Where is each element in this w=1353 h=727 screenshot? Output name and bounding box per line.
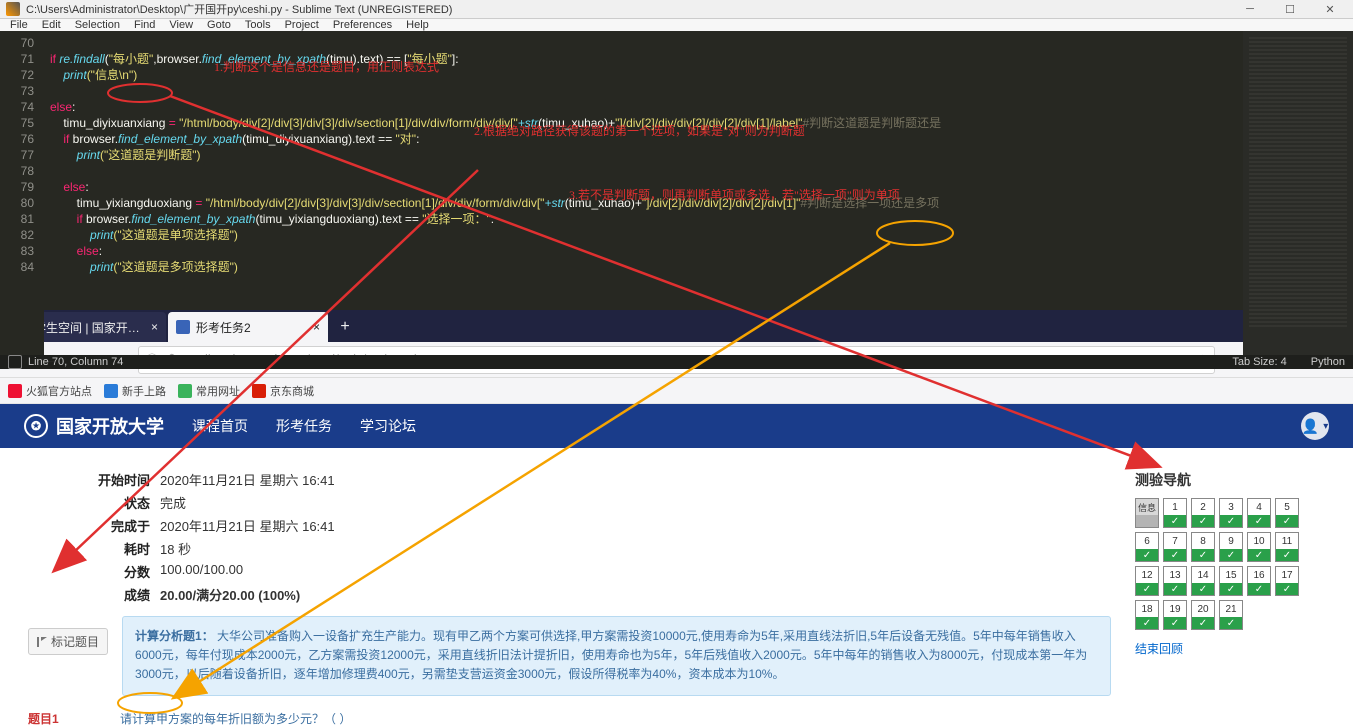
summary-label: 成绩 [28,585,160,604]
menu-goto[interactable]: Goto [201,19,237,31]
summary-value: 20.00/满分20.00 (100%) [160,585,300,604]
question-text: 请计算甲方案的每年折旧额为多少元？（ ） [120,710,1111,727]
fire-icon [8,384,22,398]
bookmark-item[interactable]: 京东商城 [252,383,314,399]
minimap[interactable] [1243,31,1353,355]
summary-label: 分数 [28,562,160,581]
menu-view[interactable]: View [163,19,199,31]
bookmark-item[interactable]: 火狐官方站点 [8,383,92,399]
quiznav-cell[interactable]: 11✓ [1275,532,1299,562]
quiznav-cell[interactable]: 8✓ [1191,532,1215,562]
summary-value: 18 秒 [160,539,191,558]
chevron-down-icon: ▾ [1323,421,1328,432]
quiznav-cell[interactable]: 15✓ [1219,566,1243,596]
brand-name: 国家开放大学 [56,413,164,439]
annotation-2: 2.根据绝对路径获得该题的第一个选项，如果是"对"则为判断题 [474,123,805,139]
site-header: ✪ 国家开放大学 课程首页 形考任务 学习论坛 👤▾ [0,404,1353,448]
summary-label: 耗时 [28,539,160,558]
quiznav-cell[interactable]: 3✓ [1219,498,1243,528]
code-body[interactable]: if re.findall("每小题",browser.find_element… [44,31,1243,355]
site-brand[interactable]: ✪ 国家开放大学 [24,413,164,439]
user-avatar[interactable]: 👤▾ [1301,412,1329,440]
line-numbers: 707172737475767778798081828384 [0,31,44,355]
quiznav-cell[interactable]: 17✓ [1275,566,1299,596]
summary-value: 2020年11月21日 星期六 16:41 [160,470,335,489]
bookmark-item[interactable]: 新手上路 [104,383,166,399]
menu-edit[interactable]: Edit [36,19,67,31]
maximize-icon[interactable]: ☐ [1273,0,1307,18]
quiznav-cell[interactable]: 21✓ [1219,600,1243,630]
sublime-app-icon [6,2,20,16]
summary-label: 开始时间 [28,470,160,489]
menu-find[interactable]: Find [128,19,161,31]
quiznav-cell[interactable]: 12✓ [1135,566,1159,596]
status-language[interactable]: Python [1311,356,1345,368]
quiznav-cell[interactable]: 1✓ [1163,498,1187,528]
info-box: 计算分析题1： 大华公司准备购入一设备扩充生产能力。现有甲乙两个方案可供选择,甲… [122,616,1111,696]
menu-selection[interactable]: Selection [69,19,126,31]
sublime-menubar: File Edit Selection Find View Goto Tools… [0,19,1353,31]
jd-icon [252,384,266,398]
code-editor[interactable]: 707172737475767778798081828384 if re.fin… [0,31,1353,355]
menu-file[interactable]: File [4,19,34,31]
close-icon[interactable]: ✕ [1313,0,1347,18]
summary-value: 2020年11月21日 星期六 16:41 [160,516,335,535]
sublime-statusbar: Line 70, Column 74 Tab Size: 4 Python [0,355,1353,369]
finish-review-link[interactable]: 结束回顾 [1135,640,1325,657]
quiznav-cell[interactable]: 19✓ [1163,600,1187,630]
quiznav-cell[interactable]: 20✓ [1191,600,1215,630]
menu-project[interactable]: Project [279,19,325,31]
bookmark-item[interactable]: 常用网址 [178,383,240,399]
page-content: ✪ 国家开放大学 课程首页 形考任务 学习论坛 👤▾ 开始时间2020年11月2… [0,404,1353,727]
quiznav-cell[interactable]: 4✓ [1247,498,1271,528]
quiznav-cell[interactable]: 10✓ [1247,532,1271,562]
console-toggle-icon[interactable] [8,355,22,369]
quiznav-info-cell[interactable]: 信息 [1135,498,1159,528]
menu-preferences[interactable]: Preferences [327,19,398,31]
quiz-navigation: 测验导航 信息1✓2✓3✓4✓5✓ 6✓7✓8✓9✓10✓11✓ 12✓13✓14✓… [1135,470,1325,727]
quiznav-cell[interactable]: 18✓ [1135,600,1159,630]
status-tabsize[interactable]: Tab Size: 4 [1232,356,1286,368]
window-title: C:\Users\Administrator\Desktop\广开国开py\ce… [26,1,452,17]
quiznav-cell[interactable]: 7✓ [1163,532,1187,562]
annotation-1: 1.判断这个是信息还是题目，用正则表达式 [214,59,439,75]
forward-button[interactable]: → [38,346,66,374]
mark-question-button[interactable]: 标记题目 [28,628,108,655]
nav-forum[interactable]: 学习论坛 [360,416,416,436]
info-title: 计算分析题1： [135,629,214,643]
quiznav-cell[interactable]: 2✓ [1191,498,1215,528]
attempt-summary: 开始时间2020年11月21日 星期六 16:41 状态完成 完成于2020年1… [28,470,1111,604]
summary-value: 完成 [160,493,186,512]
main-content: 开始时间2020年11月21日 星期六 16:41 状态完成 完成于2020年1… [28,470,1111,727]
nav-tasks[interactable]: 形考任务 [276,416,332,436]
brand-logo-icon: ✪ [24,414,48,438]
flag-icon [37,637,47,647]
quiznav-cell[interactable]: 14✓ [1191,566,1215,596]
quiznav-title: 测验导航 [1135,470,1325,490]
minimize-icon[interactable]: ─ [1233,0,1267,18]
summary-value: 100.00/100.00 [160,562,243,581]
nav-course[interactable]: 课程首页 [192,416,248,436]
folder-icon [178,384,192,398]
quiznav-cell[interactable]: 13✓ [1163,566,1187,596]
annotation-3: 3.若不是判断题，则再判断单项或多选，若"选择一项"则为单项 [569,187,900,203]
bookmarks-bar: 火狐官方站点 新手上路 常用网址 京东商城 [0,378,1353,404]
world-icon [104,384,118,398]
menu-tools[interactable]: Tools [239,19,277,31]
sublime-text-window: C:\Users\Administrator\Desktop\广开国开py\ce… [0,0,1353,310]
firefox-window: 学生空间 | 国家开放大学 × 形考任务2 × + ─ ☐ ✕ ← → ⟳ ⌂ … [0,310,1353,727]
info-body: 大华公司准备购入一设备扩充生产能力。现有甲乙两个方案可供选择,甲方案需投资100… [135,629,1087,681]
quiznav-cell[interactable]: 5✓ [1275,498,1299,528]
quiznav-cell[interactable]: 9✓ [1219,532,1243,562]
menu-help[interactable]: Help [400,19,435,31]
sublime-titlebar: C:\Users\Administrator\Desktop\广开国开py\ce… [0,0,1353,19]
summary-label: 状态 [28,493,160,512]
quiznav-cell[interactable]: 16✓ [1247,566,1271,596]
quiznav-cell[interactable]: 6✓ [1135,532,1159,562]
question-number: 题目1 [28,710,106,727]
question-meta: 题目1 正确 获得2.00分中的2.00分 [28,710,106,727]
summary-label: 完成于 [28,516,160,535]
